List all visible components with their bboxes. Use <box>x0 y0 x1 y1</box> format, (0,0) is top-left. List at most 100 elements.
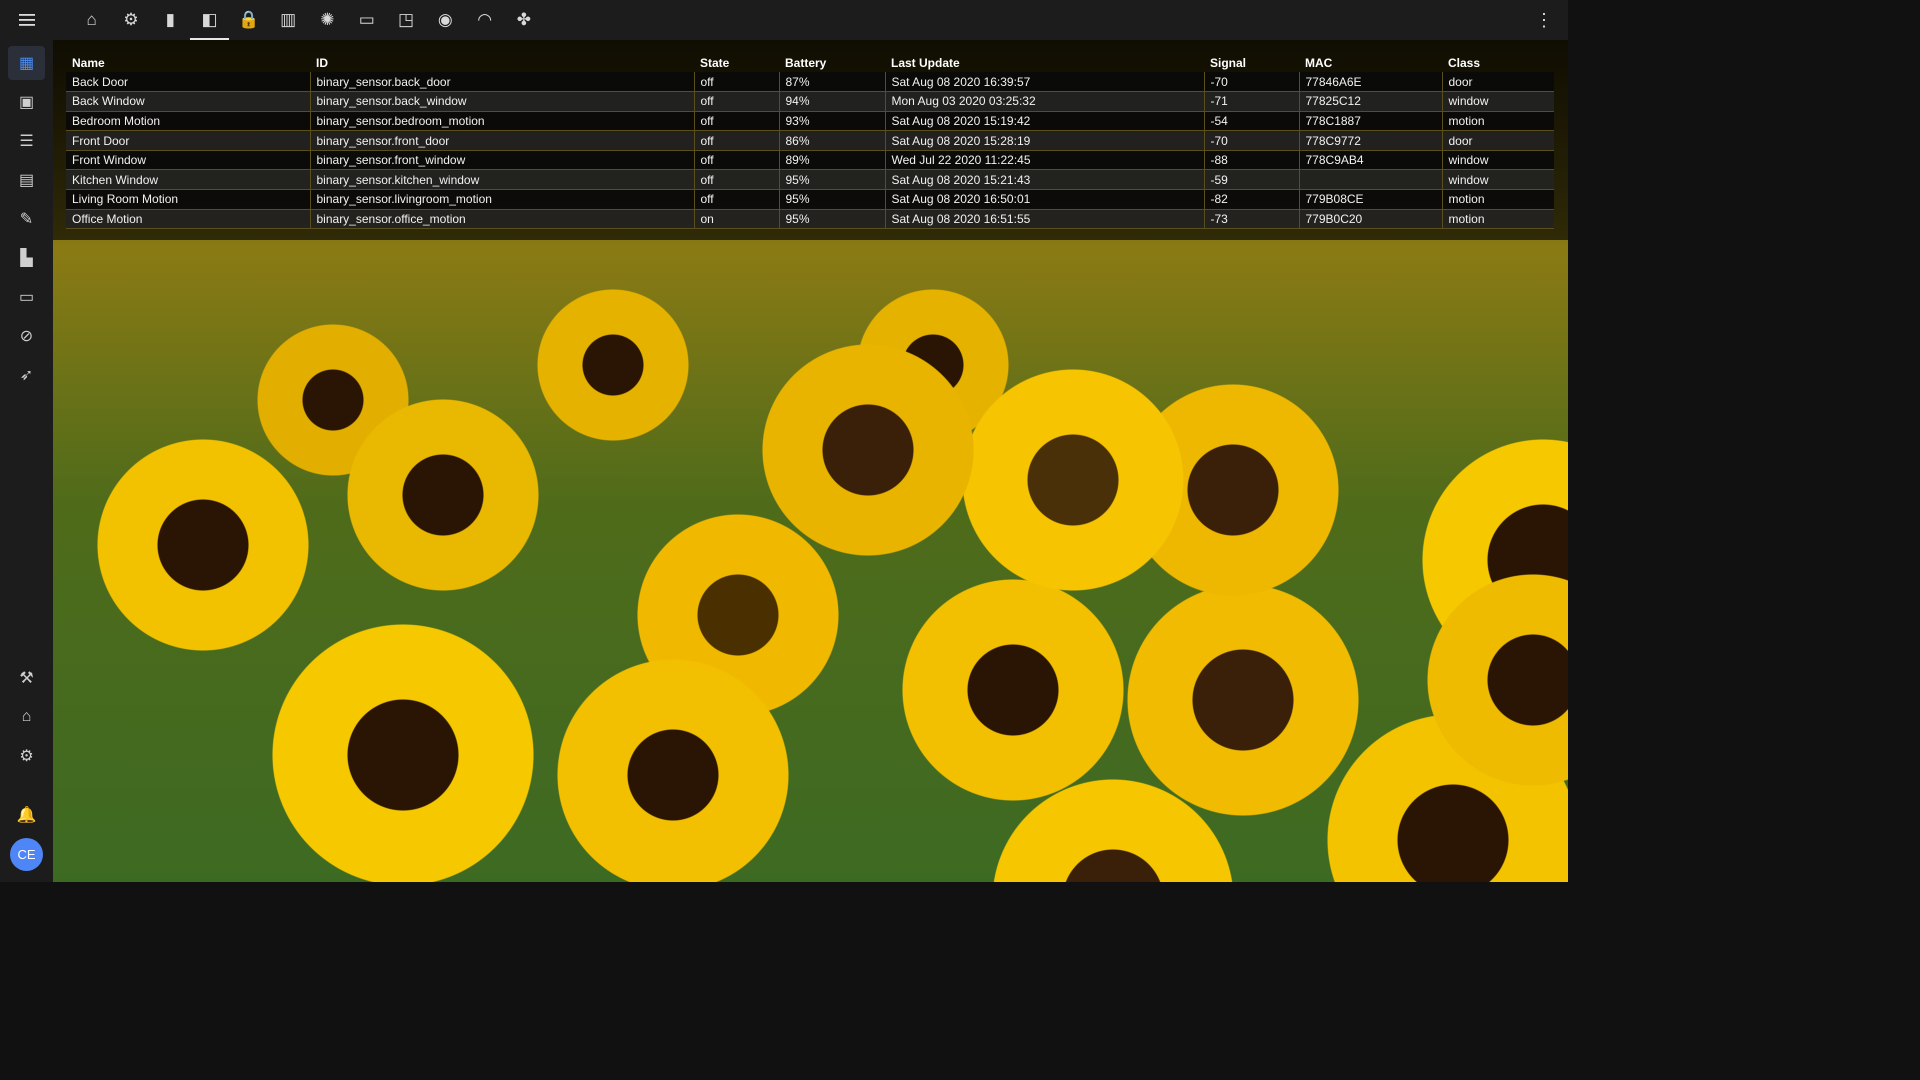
table-cell: 77846A6E <box>1298 72 1442 93</box>
table-cell: door <box>1441 72 1554 93</box>
table-cell: Sat Aug 08 2020 16:39:57 <box>884 72 1204 93</box>
table-cell: -59 <box>1203 169 1299 191</box>
table-cell: 77825C12 <box>1298 91 1442 112</box>
table-cell: 779B0C20 <box>1298 209 1442 230</box>
table-cell: Mon Aug 03 2020 03:25:32 <box>884 91 1204 112</box>
table-cell: motion <box>1441 189 1554 210</box>
dots-vertical-icon[interactable]: ⋮ <box>1535 8 1553 32</box>
table-cell: 95% <box>778 189 885 210</box>
console-icon[interactable]: ▭ <box>8 280 45 314</box>
table-cell: motion <box>1441 209 1554 230</box>
door-icon[interactable]: ◧ <box>189 0 230 40</box>
table-cell: binary_sensor.kitchen_window <box>309 169 694 191</box>
account-box-icon[interactable]: ▣ <box>8 85 45 119</box>
home-assistant-icon[interactable]: ⌂ <box>8 700 45 734</box>
table-cell: 86% <box>778 130 885 151</box>
table-cell: off <box>693 150 779 171</box>
table-row[interactable]: Front Window binary_sensor.front_window of… <box>66 150 1554 171</box>
signal-icon[interactable]: ◠ <box>465 0 504 40</box>
table-cell: Sat Aug 08 2020 15:19:42 <box>884 111 1204 132</box>
table-cell: binary_sensor.back_door <box>309 72 694 93</box>
top-app-bar: ⌂ ⚙ ▮ ◧ 🔒 ▥ ✺ ▭ ◳ ◉ ◠ ✤ ⋮ <box>0 0 1568 40</box>
tv-icon[interactable]: ▭ <box>347 0 386 40</box>
table-row[interactable]: Bedroom Motion binary_sensor.bedroom_moti… <box>66 111 1554 132</box>
speaker-icon[interactable]: ◉ <box>426 0 465 40</box>
cog-icon[interactable]: ⚙ <box>8 739 45 773</box>
table-cell: Back Door <box>66 72 310 93</box>
table-cell: -71 <box>1203 91 1299 112</box>
rocket-icon[interactable]: ➶ <box>8 358 45 392</box>
column-header: ID <box>316 56 328 70</box>
table-cell: 778C9772 <box>1298 130 1442 151</box>
table-cell: off <box>693 169 779 191</box>
table-cell: Sat Aug 08 2020 16:50:01 <box>884 189 1204 210</box>
sensor-table: Name ID State Battery Last Update Signal MAC Cl… <box>66 54 1554 230</box>
compass-icon[interactable]: ⊘ <box>8 319 45 353</box>
lock-icon[interactable]: 🔒 <box>229 0 268 40</box>
table-cell: 95% <box>778 169 885 191</box>
home-icon[interactable]: ⌂ <box>72 0 111 40</box>
bell-icon[interactable]: 🔔 <box>8 798 45 832</box>
wrench-icon[interactable]: ✎ <box>8 202 45 236</box>
table-cell: binary_sensor.back_window <box>309 91 694 112</box>
table-cell: binary_sensor.front_window <box>309 150 694 171</box>
table-body: Back Door binary_sensor.back_door off 87% Sa… <box>66 72 1554 230</box>
table-cell: binary_sensor.office_motion <box>309 209 694 230</box>
column-header: Battery <box>785 56 827 70</box>
table-cell: binary_sensor.bedroom_motion <box>309 111 694 132</box>
table-row[interactable]: Office Motion binary_sensor.office_motion… <box>66 209 1554 230</box>
table-cell: off <box>693 111 779 132</box>
fan-icon[interactable]: ✤ <box>504 0 543 40</box>
battery-icon[interactable]: ▮ <box>151 0 190 40</box>
column-header: Class <box>1448 56 1481 70</box>
table-cell: Wed Jul 22 2020 11:22:45 <box>884 150 1204 171</box>
column-header: MAC <box>1305 56 1333 70</box>
column-header: Signal <box>1210 56 1247 70</box>
table-cell: 778C1887 <box>1298 111 1442 132</box>
table-cell: off <box>693 72 779 93</box>
table-cell: 95% <box>778 209 885 230</box>
dashboard-icon[interactable]: ▦ <box>8 46 45 80</box>
table-cell: 87% <box>778 72 885 93</box>
table-cell: 779B08CE <box>1298 189 1442 210</box>
table-cell: Sat Aug 08 2020 15:28:19 <box>884 130 1204 151</box>
chart-icon[interactable]: ▤ <box>8 163 45 197</box>
column-header: State <box>700 56 730 70</box>
hammer-icon[interactable]: ⚒ <box>8 661 45 695</box>
table-cell: 89% <box>778 150 885 171</box>
table-cell: Office Motion <box>66 209 310 230</box>
table-row[interactable]: Living Room Motion binary_sensor.livingro… <box>66 189 1554 210</box>
table-cell: -73 <box>1203 209 1299 230</box>
lightbulb-icon[interactable]: ✺ <box>308 0 347 40</box>
table-row[interactable]: Back Window binary_sensor.back_window off 9… <box>66 91 1554 112</box>
table-row[interactable]: Front Door binary_sensor.front_door off 86%… <box>66 130 1554 151</box>
window-icon[interactable]: ▥ <box>268 0 307 40</box>
table-cell: door <box>1441 130 1554 151</box>
list-icon[interactable]: ☰ <box>8 124 45 158</box>
table-cell: Living Room Motion <box>66 189 310 210</box>
cast-icon[interactable]: ◳ <box>386 0 425 40</box>
table-cell: -70 <box>1203 72 1299 93</box>
table-cell: Front Door <box>66 130 310 151</box>
hacs-store-icon[interactable]: ▙ <box>8 241 45 275</box>
avatar[interactable]: CE <box>10 838 43 871</box>
table-cell: Kitchen Window <box>66 169 310 191</box>
table-cell: -82 <box>1203 189 1299 210</box>
table-cell: motion <box>1441 111 1554 132</box>
table-row[interactable]: Back Door binary_sensor.back_door off 87% Sa… <box>66 72 1554 93</box>
table-cell: 778C9AB4 <box>1298 150 1442 171</box>
table-row[interactable]: Kitchen Window binary_sensor.kitchen_wind… <box>66 169 1554 191</box>
table-cell: off <box>693 189 779 210</box>
view-tabs: ⌂ ⚙ ▮ ◧ 🔒 ▥ ✺ ▭ ◳ ◉ ◠ ✤ <box>72 0 544 40</box>
table-cell: Front Window <box>66 150 310 171</box>
table-cell: window <box>1441 150 1554 171</box>
column-header: Name <box>72 56 105 70</box>
table-cell: Sat Aug 08 2020 15:21:43 <box>884 169 1204 191</box>
settings-icon[interactable]: ⚙ <box>111 0 150 40</box>
table-cell: binary_sensor.front_door <box>309 130 694 151</box>
table-cell: -88 <box>1203 150 1299 171</box>
table-cell: off <box>693 130 779 151</box>
table-cell: 93% <box>778 111 885 132</box>
sidebar: CE ▦ ▣ ☰ ▤ ✎ ▙ ▭ ⊘ ➶ ⚒ ⌂ ⚙ 🔔 <box>0 40 53 882</box>
menu-icon[interactable] <box>14 9 40 31</box>
